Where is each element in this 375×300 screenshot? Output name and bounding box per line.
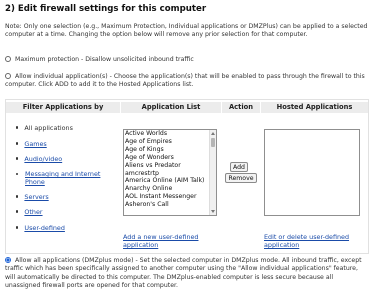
filter-all-applications[interactable]: All applications — [16, 124, 73, 132]
filter-column-header: Filter Applications by — [6, 102, 120, 113]
list-item[interactable]: AOL Instant Messenger — [124, 193, 216, 201]
list-item[interactable]: Anarchy Online — [124, 185, 216, 193]
hosted-applications-header: Hosted Applications — [261, 102, 368, 113]
note-text: Note: Only one selection (e.g., Maximum … — [5, 23, 368, 39]
bullet — [16, 142, 19, 145]
section-title: 2) Edit firewall settings for this compu… — [5, 4, 207, 14]
action-column-header: Action — [222, 102, 260, 113]
scroll-up-icon[interactable] — [211, 132, 215, 135]
hosted-applications-listbox[interactable] — [264, 129, 360, 216]
bullet — [16, 195, 19, 198]
all-applications-radio[interactable] — [5, 257, 11, 263]
option-max-protection[interactable]: Maximum protection - Disallow unsolicite… — [5, 56, 369, 64]
filter-servers[interactable]: Servers — [16, 193, 49, 201]
list-item[interactable]: Age of Empires — [124, 138, 216, 146]
filter-audio-video[interactable]: Audio/video — [16, 155, 62, 163]
bullet — [16, 210, 19, 213]
option-individual-apps[interactable]: Allow individual application(s) - Choose… — [5, 73, 369, 90]
list-item[interactable]: Asheron's Call — [124, 201, 216, 209]
remove-button[interactable]: Remove — [225, 173, 257, 183]
edit-user-defined-link[interactable]: Edit or delete user-defined application — [264, 233, 364, 249]
list-item[interactable]: Aliens vs Predator — [124, 162, 216, 170]
scroll-thumb[interactable] — [211, 138, 215, 147]
individual-apps-radio[interactable] — [5, 73, 11, 79]
max-protection-label: Maximum protection - Disallow unsolicite… — [15, 56, 194, 63]
list-item[interactable]: Age of Kings — [124, 146, 216, 154]
max-protection-radio[interactable] — [5, 56, 11, 62]
scroll-down-icon[interactable] — [211, 210, 215, 213]
list-item[interactable]: Age of Wonders — [124, 154, 216, 162]
option-all-applications[interactable]: Allow all applications (DMZplus mode) - … — [5, 257, 369, 290]
application-listbox[interactable]: Active Worlds Age of Empires Age of King… — [123, 129, 217, 216]
add-user-defined-link[interactable]: Add a new user-defined application — [123, 233, 218, 249]
filter-games[interactable]: Games — [16, 140, 47, 148]
filter-user-defined[interactable]: User-defined — [16, 224, 65, 232]
list-item[interactable]: amcrestrtp — [124, 170, 216, 178]
firewall-settings-page: 2) Edit firewall settings for this compu… — [0, 0, 375, 300]
bullet — [16, 173, 19, 176]
filter-messaging[interactable]: Messaging and Internet Phone — [16, 170, 111, 186]
list-item[interactable]: Active Worlds — [124, 130, 216, 138]
listbox-scrollbar[interactable] — [209, 130, 216, 215]
filter-other[interactable]: Other — [16, 208, 43, 216]
bullet — [16, 157, 19, 160]
list-item[interactable]: America Online (AIM Talk) — [124, 177, 216, 185]
add-button[interactable]: Add — [230, 162, 248, 172]
application-list-header: Application List — [121, 102, 221, 113]
bullet — [16, 226, 19, 229]
individual-apps-label: Allow individual application(s) - Choose… — [5, 73, 365, 89]
all-applications-label: Allow all applications (DMZplus mode) - … — [5, 257, 362, 289]
bullet — [16, 126, 19, 129]
